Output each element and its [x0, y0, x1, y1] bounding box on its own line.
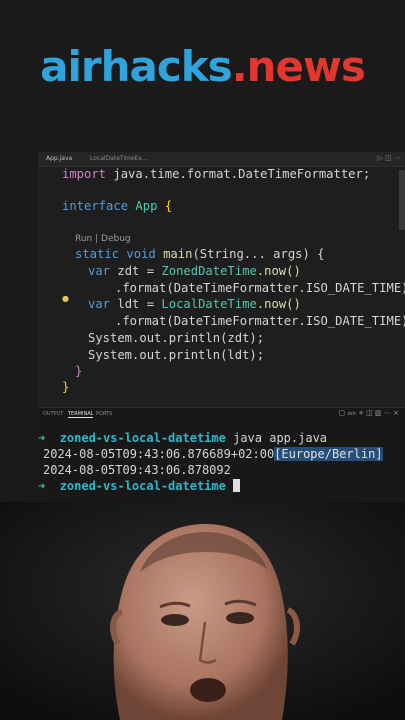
trash-icon: ▥ [375, 409, 382, 417]
code-editor[interactable]: App.java LocalDateTimeEx... ▷ ◫ ⋯ import… [38, 152, 405, 407]
brand-dot: . [231, 42, 248, 91]
shell-label: zsh [347, 411, 356, 417]
tab-terminal[interactable]: TERMINAL [68, 411, 94, 418]
code-line-println-ldt: System.out.println(ldt); [88, 348, 265, 362]
code-line-close-method: } [75, 364, 83, 378]
code-line-format1: .format(DateTimeFormatter.ISO_DATE_TIME)… [115, 281, 405, 295]
editor-actions-icon[interactable]: ▷ ◫ ⋯ [378, 154, 401, 162]
panel-tabs: OUTPUT TERMINAL PORTS ▢ zsh + ◫ ▥ ⋯ × [38, 408, 405, 420]
lightbulb-icon[interactable]: ● [62, 294, 69, 303]
terminal-line-command: ➜ zoned-vs-local-datetime java app.java [38, 431, 328, 445]
add-terminal-icon: + [358, 409, 364, 417]
brand-part1: airhacks [40, 42, 233, 91]
terminal-icon: ▢ [338, 409, 346, 417]
presenter-face-image [0, 502, 405, 720]
terminal-line-local: 2024-08-05T09:43:06.878092 [43, 463, 231, 477]
tab-ports[interactable]: PORTS [96, 411, 112, 417]
code-line-main: static void main(String... args) { [75, 247, 325, 261]
editor-tab-second[interactable]: LocalDateTimeEx... [90, 155, 148, 162]
code-line-format2: .format(DateTimeFormatter.ISO_DATE_TIME)… [115, 314, 405, 328]
split-icon: ◫ [366, 409, 373, 417]
more-icon: ⋯ [383, 409, 391, 417]
terminal-line-prompt: ➜ zoned-vs-local-datetime [38, 478, 241, 494]
tab-output[interactable]: OUTPUT [43, 411, 63, 417]
close-icon: × [393, 409, 399, 417]
editor-scrollbar[interactable] [399, 170, 405, 230]
code-line-close-interface: } [62, 380, 70, 394]
prompt-arrow-icon-2: ➜ [38, 479, 46, 493]
terminal-line-zoned: 2024-08-05T09:43:06.876689+02:00[Europe/… [43, 447, 383, 461]
codelens-run-debug[interactable]: Run | Debug [75, 231, 131, 247]
code-line-ldt: var ldt = LocalDateTime.now() [88, 297, 301, 311]
code-line-interface: interface App { [62, 199, 173, 213]
terminal-panel: OUTPUT TERMINAL PORTS ▢ zsh + ◫ ▥ ⋯ × ➜ … [38, 407, 405, 503]
brand-logo: airhacks.news [0, 42, 405, 91]
editor-tabbar: App.java LocalDateTimeEx... ▷ ◫ ⋯ [38, 152, 405, 167]
brand-part2: news [246, 42, 366, 91]
code-line-zdt: var zdt = ZonedDateTime.now() [88, 264, 301, 278]
terminal-cursor [233, 479, 241, 492]
code-line-println-zdt: System.out.println(zdt); [88, 331, 265, 345]
terminal-actions[interactable]: ▢ zsh + ◫ ▥ ⋯ × [339, 409, 399, 417]
code-line-import: import java.time.format.DateTimeFormatte… [62, 167, 371, 181]
prompt-arrow-icon: ➜ [38, 431, 46, 445]
editor-tab-app-java[interactable]: App.java [46, 155, 72, 162]
presenter-webcam [0, 502, 405, 720]
